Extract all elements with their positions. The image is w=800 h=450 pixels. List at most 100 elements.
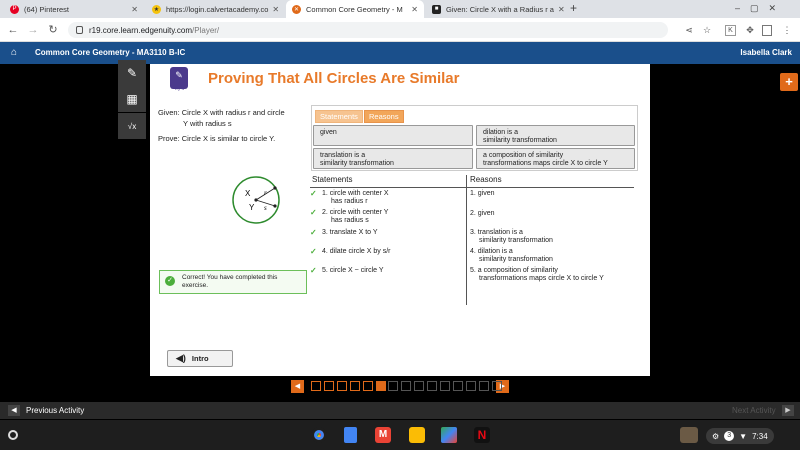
statement-row-1[interactable]: ✓ 1. circle with center Xhas radius r [310,190,389,206]
play-store-icon[interactable] [441,427,457,443]
intro-button[interactable]: ◀) Intro [167,350,233,367]
edgenuity-icon: ✕ [292,4,301,14]
calculator-icon[interactable]: ▦ [118,86,146,112]
bookmark-star-icon[interactable]: ☆ [700,23,714,37]
tab-edgenuity[interactable]: ✕ Common Core Geometry - M ✕ [286,0,424,18]
chrome-icon[interactable] [311,427,327,443]
page-box[interactable] [427,381,438,391]
next-activity-label: Next Activity [732,406,776,415]
docs-icon[interactable] [344,427,357,443]
launcher-icon[interactable] [8,430,18,440]
share-icon[interactable]: ⋖ [682,23,696,37]
tile-composition[interactable]: a composition of similarity transformati… [476,148,635,169]
check-icon: ✓ [310,228,317,237]
tile-translation[interactable]: translation is a similarity transformati… [313,148,473,169]
page-box[interactable] [452,381,463,391]
window-controls[interactable]: –▢✕ [735,3,786,14]
check-icon: ✓ [310,247,317,256]
reason-text: transformations maps circle X to circle … [479,275,604,282]
star-icon: ★ [152,4,161,14]
page-box[interactable] [375,381,386,391]
forward-arrow-icon[interactable]: → [26,23,40,37]
page-box[interactable] [388,381,399,391]
home-icon[interactable]: ⌂ [8,47,20,59]
close-icon[interactable]: ✕ [127,5,138,14]
drive-icon[interactable] [409,427,425,443]
status-tray[interactable]: ⚙ 3 ▼ 7:34 [706,428,774,444]
reason-text: 5. a composition of similarity [470,267,558,274]
previous-activity-button[interactable]: ◀ Previous Activity [8,405,84,416]
close-icon[interactable]: ✕ [554,5,564,14]
clock: 7:34 [752,431,768,441]
tab-label: Given: Circle X with a Radius r a [446,4,554,14]
statement-row-4[interactable]: ✓ 4. dilate circle X by s/r [310,248,390,256]
statement-text: 2. circle with center Y [322,209,389,216]
gmail-icon[interactable]: M [375,427,391,443]
tile-given[interactable]: given [313,125,473,146]
extension-icon[interactable]: K [725,25,736,36]
statement-row-2[interactable]: ✓ 2. circle with center Yhas radius s [310,209,388,225]
tile-dilation[interactable]: dilation is a similarity transformation [476,125,635,146]
lock-icon [76,26,83,34]
statement-text: 5. circle X ~ circle Y [322,267,384,274]
plus-icon[interactable]: + [780,73,798,91]
tab-label: (64) Pinterest [24,4,70,14]
browser-tab-strip: P (64) Pinterest ✕ ★ https://login.calve… [0,0,800,18]
tab-calvert[interactable]: ★ https://login.calvertacademy.co ✕ [146,0,284,18]
course-title: Common Core Geometry - MA3110 B-IC [35,48,186,57]
avatar[interactable] [680,427,698,443]
page-box[interactable] [349,381,360,391]
tab-pinterest[interactable]: P (64) Pinterest ✕ [4,0,144,18]
page-box[interactable] [336,381,347,391]
tile-text: transformations maps circle X to circle … [483,160,608,167]
tab-brainly[interactable]: ■ Given: Circle X with a Radius r a ✕ [426,0,564,18]
formula-sheet-icon[interactable]: √x [118,113,146,139]
page-box[interactable] [401,381,412,391]
circle-diagram: X Y r s [232,176,280,224]
user-name[interactable]: Isabella Clark [740,48,792,57]
page-box[interactable] [440,381,450,391]
tab-statements[interactable]: Statements [315,110,363,123]
feedback-text: Correct! You have completed this [182,274,278,281]
statement-text: has radius s [331,217,369,224]
statement-text: 4. dilate circle X by s/r [322,248,391,255]
page-box[interactable] [414,381,425,391]
puzzle-icon[interactable]: ✥ [743,23,757,37]
close-icon[interactable]: ✕ [268,5,279,14]
url-field[interactable]: r19.core.learn.edgenuity.com /Player/ [68,22,668,38]
page-box[interactable] [311,381,321,391]
page-box[interactable] [362,381,373,391]
statement-text: 1. circle with center X [322,190,389,197]
page-box[interactable] [491,381,502,391]
tab-reasons[interactable]: Reasons [364,110,404,123]
statement-row-5[interactable]: ✓ 5. circle X ~ circle Y [310,267,384,275]
pencil-icon[interactable]: ✎ [118,60,146,86]
new-tab-button[interactable]: + [570,1,577,15]
reason-row-1[interactable]: 1. given [470,190,495,198]
prev-page-arrow-icon[interactable]: ◀ [291,380,304,393]
tile-text: dilation is a [483,129,519,136]
side-panel-icon[interactable] [762,25,772,36]
reason-row-4[interactable]: 4. dilation is a similarity transformati… [470,248,553,264]
chevron-right-icon[interactable]: ▶ [782,405,794,416]
page-box[interactable] [478,381,489,391]
try-it-label: Try It [173,86,185,91]
reason-row-5[interactable]: 5. a composition of similarity transform… [470,267,604,283]
point-s [273,204,277,208]
chevron-left-icon: ◀ [8,405,20,416]
reload-icon[interactable]: ↻ [46,23,60,37]
reason-row-3[interactable]: 3. translation is a similarity transform… [470,229,553,245]
back-arrow-icon[interactable]: ← [6,23,20,37]
tile-text: translation is a [320,152,366,159]
address-bar-row: ← → ↻ r19.core.learn.edgenuity.com /Play… [0,18,800,42]
reason-row-2[interactable]: 2. given [470,210,495,218]
close-icon[interactable]: ✕ [407,5,418,14]
given-text: Given: Circle X with radius r and circle… [158,107,308,129]
page-box[interactable] [323,381,334,391]
menu-dots-icon[interactable]: ⋮ [780,23,794,37]
page-box[interactable] [465,381,476,391]
url-host: r19.core.learn.edgenuity.com [89,25,193,35]
netflix-icon[interactable]: N [474,427,490,443]
statement-row-3[interactable]: ✓ 3. translate X to Y [310,229,378,237]
activity-nav-bar [0,402,800,419]
